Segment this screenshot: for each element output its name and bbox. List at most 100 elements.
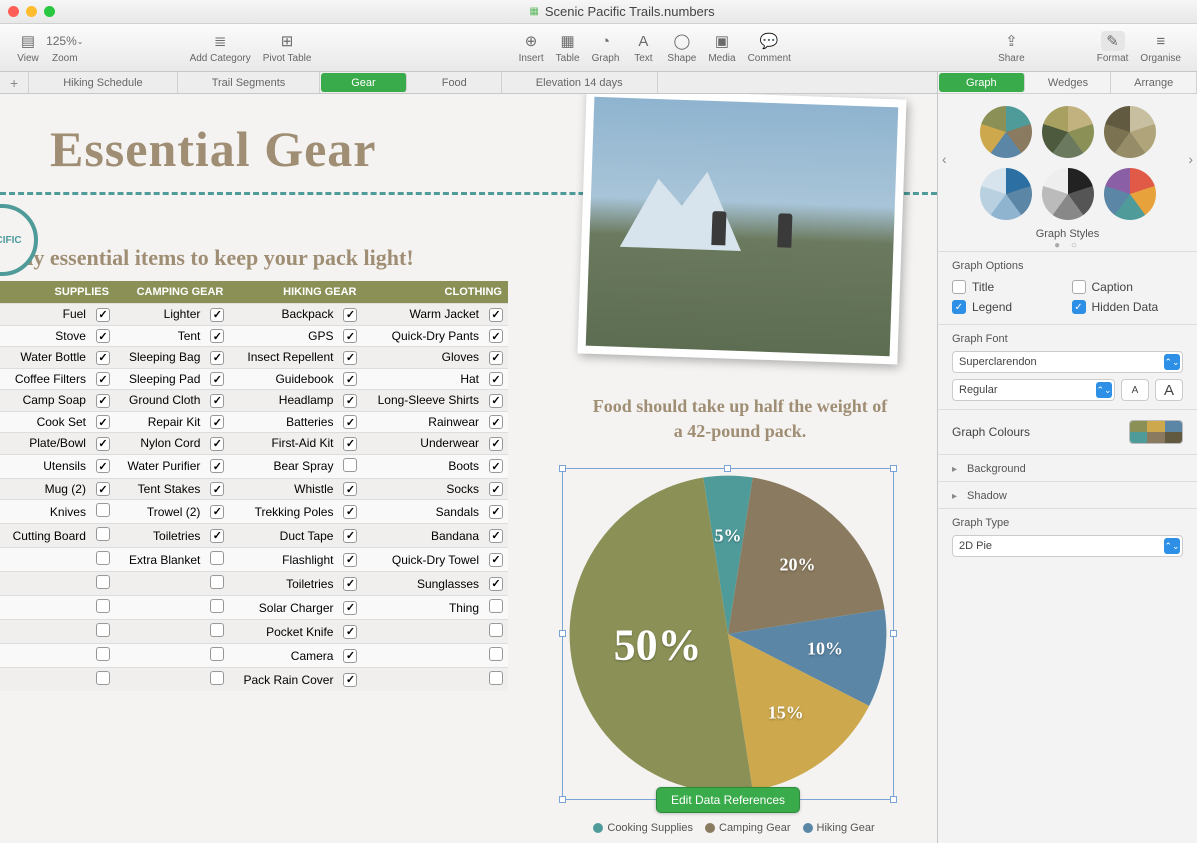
table-cell[interactable]: Tent Stakes (115, 478, 205, 500)
checkbox[interactable]: ✓ (343, 601, 357, 615)
table-checkbox-cell[interactable] (484, 644, 508, 668)
table-cell[interactable]: Repair Kit (115, 411, 205, 433)
table-cell[interactable] (115, 572, 205, 596)
checkbox[interactable]: ✓ (96, 482, 110, 496)
table-cell[interactable]: Sleeping Pad (115, 368, 205, 390)
checkbox[interactable]: ✓ (489, 482, 503, 496)
table-checkbox-cell[interactable]: ✓ (91, 368, 115, 390)
font-style-select[interactable]: Regular⌃⌄ (952, 379, 1115, 401)
table-cell[interactable]: Guidebook (229, 368, 338, 390)
font-family-select[interactable]: Superclarendon⌃⌄ (952, 351, 1183, 373)
table-checkbox-cell[interactable] (91, 572, 115, 596)
checkbox[interactable]: ✓ (343, 553, 357, 567)
checkbox[interactable]: ✓ (210, 415, 224, 429)
table-cell[interactable]: GPS (229, 325, 338, 347)
checkbox[interactable]: ✓ (489, 577, 503, 591)
text-button[interactable]: AText (631, 31, 655, 64)
edit-data-references-button[interactable]: Edit Data References (656, 787, 800, 813)
table-checkbox-cell[interactable]: ✓ (338, 411, 362, 433)
organise-button[interactable]: ≡Organise (1140, 31, 1181, 64)
checkbox[interactable] (96, 551, 110, 565)
table-checkbox-cell[interactable]: ✓ (484, 433, 508, 455)
table-cell[interactable] (0, 548, 91, 572)
checkbox[interactable]: ✓ (489, 437, 503, 451)
table-checkbox-cell[interactable] (205, 548, 229, 572)
table-cell[interactable]: Pack Rain Cover (229, 668, 338, 692)
checkbox[interactable]: ✓ (489, 553, 503, 567)
checkbox[interactable]: ✓ (210, 437, 224, 451)
caption-checkbox[interactable]: Caption (1072, 278, 1184, 296)
table-cell[interactable]: Nylon Cord (115, 433, 205, 455)
shadow-disclosure[interactable]: ▸Shadow (938, 481, 1197, 508)
table-checkbox-cell[interactable]: ✓ (484, 411, 508, 433)
checkbox[interactable]: ✓ (343, 329, 357, 343)
table-cell[interactable]: Batteries (229, 411, 338, 433)
table-cell[interactable]: Utensils (0, 454, 91, 478)
table-cell[interactable]: Sandals (362, 500, 484, 524)
table-checkbox-cell[interactable]: ✓ (205, 454, 229, 478)
shape-button[interactable]: ◯Shape (667, 31, 696, 64)
table-row[interactable]: Stove✓Tent✓GPS✓Quick-Dry Pants✓ (0, 325, 508, 347)
table-row[interactable]: Cook Set✓Repair Kit✓Batteries✓Rainwear✓ (0, 411, 508, 433)
graph-style-thumb[interactable] (1104, 168, 1156, 220)
checkbox[interactable]: ✓ (343, 673, 357, 687)
hiking-photo[interactable] (577, 94, 906, 365)
table-cell[interactable]: Bandana (362, 524, 484, 548)
table-cell[interactable] (115, 596, 205, 620)
format-button[interactable]: ✎Format (1097, 31, 1129, 64)
checkbox[interactable]: ✓ (210, 529, 224, 543)
table-cell[interactable]: Lighter (115, 304, 205, 326)
table-checkbox-cell[interactable] (338, 454, 362, 478)
table-checkbox-cell[interactable]: ✓ (484, 524, 508, 548)
table-cell[interactable]: Extra Blanket (115, 548, 205, 572)
add-category-button[interactable]: ≣Add Category (190, 31, 251, 64)
checkbox[interactable]: ✓ (210, 372, 224, 386)
table-checkbox-cell[interactable]: ✓ (338, 390, 362, 412)
table-cell[interactable]: Whistle (229, 478, 338, 500)
resize-handle[interactable] (890, 465, 897, 472)
checkbox[interactable]: ✓ (343, 394, 357, 408)
checkbox[interactable]: ✓ (343, 437, 357, 451)
table-cell[interactable] (362, 644, 484, 668)
table-cell[interactable]: Tent (115, 325, 205, 347)
styles-prev-arrow[interactable]: ‹ (942, 151, 947, 167)
checkbox[interactable]: ✓ (96, 394, 110, 408)
add-sheet-button[interactable]: + (0, 72, 29, 93)
table-checkbox-cell[interactable] (205, 572, 229, 596)
table-row[interactable]: Water Bottle✓Sleeping Bag✓Insect Repelle… (0, 347, 508, 369)
table-cell[interactable]: Water Bottle (0, 347, 91, 369)
table-cell[interactable]: Stove (0, 325, 91, 347)
graph-style-thumb[interactable] (980, 106, 1032, 158)
table-checkbox-cell[interactable]: ✓ (91, 304, 115, 326)
table-cell[interactable]: Toiletries (115, 524, 205, 548)
table-checkbox-cell[interactable]: ✓ (205, 524, 229, 548)
checkbox[interactable]: ✓ (343, 482, 357, 496)
table-checkbox-cell[interactable]: ✓ (338, 548, 362, 572)
table-cell[interactable]: Hat (362, 368, 484, 390)
table-cell[interactable]: Trowel (2) (115, 500, 205, 524)
insert-button[interactable]: ⊕Insert (519, 31, 544, 64)
table-checkbox-cell[interactable]: ✓ (484, 454, 508, 478)
checkbox[interactable]: ✓ (489, 459, 503, 473)
checkbox[interactable] (489, 671, 503, 685)
table-row[interactable]: Fuel✓Lighter✓Backpack✓Warm Jacket✓ (0, 304, 508, 326)
table-checkbox-cell[interactable]: ✓ (205, 478, 229, 500)
checkbox[interactable]: ✓ (343, 415, 357, 429)
table-header[interactable]: CLOTHING (362, 281, 508, 304)
table-row[interactable]: Coffee Filters✓Sleeping Pad✓Guidebook✓Ha… (0, 368, 508, 390)
table-cell[interactable]: Solar Charger (229, 596, 338, 620)
checkbox[interactable]: ✓ (489, 394, 503, 408)
table-checkbox-cell[interactable]: ✓ (91, 347, 115, 369)
checkbox[interactable] (210, 551, 224, 565)
checkbox[interactable]: ✓ (210, 482, 224, 496)
table-checkbox-cell[interactable]: ✓ (205, 500, 229, 524)
table-checkbox-cell[interactable] (484, 668, 508, 692)
table-row[interactable]: Plate/Bowl✓Nylon Cord✓First-Aid Kit✓Unde… (0, 433, 508, 455)
table-row[interactable]: Camp Soap✓Ground Cloth✓Headlamp✓Long-Sle… (0, 390, 508, 412)
table-cell[interactable]: Cook Set (0, 411, 91, 433)
table-cell[interactable]: Plate/Bowl (0, 433, 91, 455)
checkbox[interactable]: ✓ (210, 394, 224, 408)
checkbox[interactable]: ✓ (489, 351, 503, 365)
table-cell[interactable] (362, 668, 484, 692)
table-checkbox-cell[interactable]: ✓ (338, 304, 362, 326)
